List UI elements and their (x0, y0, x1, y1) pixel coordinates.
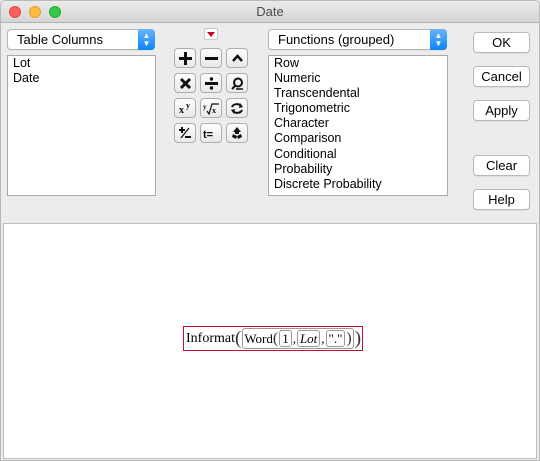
inner-open-paren: ( (272, 330, 279, 347)
minus-icon (204, 56, 218, 60)
root-icon: yx (203, 103, 219, 115)
recycle-icon (232, 127, 242, 139)
caret-up-icon (231, 53, 243, 62)
argument-separator: , (321, 330, 325, 346)
multiply-button[interactable] (174, 73, 196, 93)
close-brace: ) (354, 328, 362, 349)
columns-list[interactable]: Lot Date (7, 55, 156, 196)
svg-text:x: x (179, 105, 184, 115)
function-group-character[interactable]: Character (269, 116, 447, 131)
svg-text:y: y (186, 102, 190, 110)
column-item-lot[interactable]: Lot (8, 56, 155, 71)
caret-up-button[interactable] (226, 48, 248, 68)
plus-minus-icon (179, 127, 191, 139)
open-brace: ( (234, 328, 242, 349)
root-button[interactable]: yx (200, 98, 222, 118)
plus-button[interactable] (174, 48, 196, 68)
inner-function-box[interactable]: Word ( 1 , Lot , "." ) (242, 328, 354, 349)
divide-button[interactable] (200, 73, 222, 93)
function-group-discrete-probability[interactable]: Discrete Probability (269, 177, 447, 192)
functions-list[interactable]: Row Numeric Transcendental Trigonometric… (268, 55, 448, 196)
help-button[interactable]: Help (473, 189, 530, 210)
formula-expression[interactable]: Informat ( Word ( 1 , Lot , "." ) ) (183, 326, 364, 351)
search-icon (230, 77, 243, 90)
svg-text:y: y (203, 103, 207, 111)
swap-button[interactable] (226, 98, 248, 118)
argument-separator: , (292, 330, 296, 346)
function-group-transcendental[interactable]: Transcendental (269, 86, 447, 101)
function-group-row[interactable]: Row (269, 56, 447, 71)
formula-editor-window: Date Table Columns ▲ ▼ Lot Date xy yx t=… (0, 0, 540, 461)
functions-popup[interactable]: Functions (grouped) ▲ ▼ (268, 29, 447, 50)
table-columns-popup-label: Table Columns (17, 32, 103, 47)
close-window-button[interactable] (9, 6, 21, 18)
argument-3[interactable]: "." (325, 330, 346, 347)
assign-icon: t= (203, 129, 213, 140)
divide-icon (204, 76, 218, 90)
power-icon: xy (179, 102, 190, 115)
ok-button[interactable]: OK (473, 32, 530, 53)
assign-button[interactable]: t= (200, 123, 222, 143)
column-item-date[interactable]: Date (8, 71, 155, 86)
window-title: Date (256, 4, 284, 19)
inner-function-name[interactable]: Word (244, 331, 273, 347)
minus-button[interactable] (200, 48, 222, 68)
title-bar: Date (1, 1, 539, 23)
function-group-conditional[interactable]: Conditional (269, 147, 447, 162)
argument-2[interactable]: Lot (296, 330, 321, 347)
dropdown-triangle-icon (207, 31, 215, 37)
outer-function-name[interactable]: Informat (186, 331, 235, 347)
function-group-comparison[interactable]: Comparison (269, 131, 447, 146)
recycle-button[interactable] (226, 123, 248, 143)
function-group-trigonometric[interactable]: Trigonometric (269, 101, 447, 116)
functions-popup-label: Functions (grouped) (278, 32, 395, 47)
svg-text:t=: t= (203, 129, 213, 140)
swap-icon (231, 102, 243, 114)
apply-button[interactable]: Apply (473, 100, 530, 121)
function-group-probability[interactable]: Probability (269, 162, 447, 177)
popup-arrows-icon: ▲ ▼ (138, 29, 155, 50)
inner-close-paren: ) (346, 330, 352, 347)
clear-button[interactable]: Clear (473, 155, 530, 176)
search-button[interactable] (226, 73, 248, 93)
function-group-numeric[interactable]: Numeric (269, 71, 447, 86)
cancel-button[interactable]: Cancel (473, 66, 530, 87)
formula-editor-area[interactable]: Informat ( Word ( 1 , Lot , "." ) ) (3, 223, 537, 459)
table-columns-popup[interactable]: Table Columns ▲ ▼ (7, 29, 155, 50)
plus-icon (178, 51, 192, 65)
power-button[interactable]: xy (174, 98, 196, 118)
minimize-window-button[interactable] (29, 6, 41, 18)
plus-minus-button[interactable] (174, 123, 196, 143)
operator-menu-dropdown[interactable] (204, 28, 218, 40)
zoom-window-button[interactable] (49, 6, 61, 18)
popup-arrows-icon: ▲ ▼ (430, 29, 447, 50)
svg-text:x: x (212, 106, 216, 115)
argument-1[interactable]: 1 (279, 330, 292, 347)
multiply-icon (179, 77, 191, 89)
